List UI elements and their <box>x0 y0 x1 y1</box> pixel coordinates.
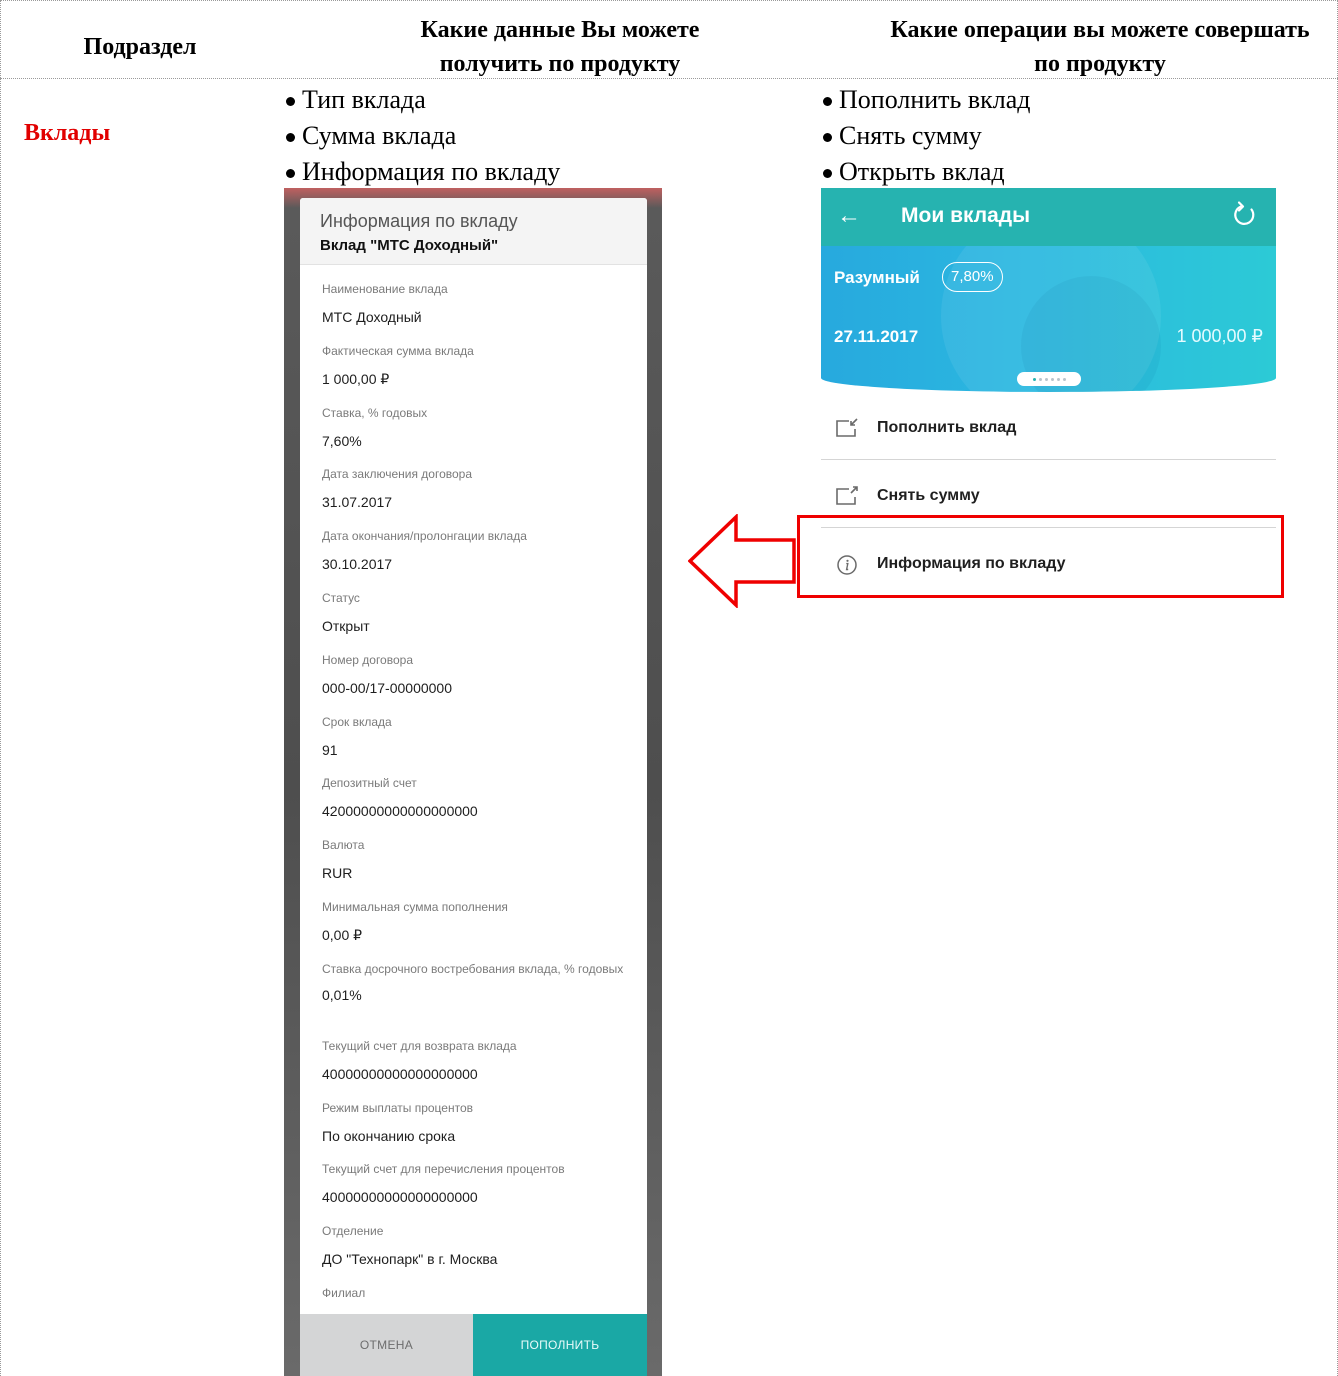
field-currency: Валюта RUR <box>322 835 625 897</box>
field-label: Депозитный счет <box>322 776 417 791</box>
field-label: Дата окончания/пролонгации вклада <box>322 529 527 544</box>
field-value: 1 000,00 ₽ <box>322 370 390 387</box>
field-label: Текущий счет для перечисления процентов <box>322 1162 565 1177</box>
field-value: 30.10.2017 <box>322 556 393 573</box>
field-end-date: Дата окончания/пролонгации вклада 30.10.… <box>322 526 625 588</box>
field-label: Ставка, % годовых <box>322 405 428 420</box>
field-return-account: Текущий счет для возврата вклада 4000000… <box>322 1036 625 1098</box>
header-data: Какие данные Вы можете получить по проду… <box>420 17 700 77</box>
dialog-footer: ОТМЕНА ПОПОЛНИТЬ <box>300 1314 647 1376</box>
field-contract-number: Номер договора 000-00/17-00000000 <box>322 650 625 712</box>
list-item: Снять сумму <box>821 118 1031 154</box>
field-label: Ставка досрочного востребования вклада, … <box>322 961 624 976</box>
table-border-left <box>0 0 1 1376</box>
field-status: Статус Открыт <box>322 588 625 650</box>
field-value: 0,01% <box>322 986 362 1003</box>
field-value: 0,00 ₽ <box>322 926 363 943</box>
app-bar: ← Мои вклады <box>821 188 1276 246</box>
field-value: 42000000000000000000 <box>322 803 478 820</box>
section-name: Вклады <box>24 120 111 146</box>
data-list: Тип вклада Сумма вклада Информация по вк… <box>284 82 560 190</box>
field-interest-account: Текущий счет для перечисления процентов … <box>322 1159 625 1221</box>
field-term: Срок вклада 91 <box>322 712 625 774</box>
left-arrow-icon <box>688 514 796 608</box>
field-label: Минимальная сумма пополнения <box>322 899 508 914</box>
dialog-body: Наименование вклада МТС Доходный Фактиче… <box>300 265 647 1345</box>
field-value: RUR <box>322 865 353 882</box>
field-value: 31.07.2017 <box>322 494 393 511</box>
dialog-subtitle: Вклад "МТС Доходный" <box>320 237 499 254</box>
field-value: 40000000000000000000 <box>322 1065 478 1082</box>
deposit-info-dialog: Информация по вкладу Вклад "МТС Доходный… <box>300 198 647 1376</box>
header-subsection: Подраздел <box>83 34 197 60</box>
carousel-indicator <box>1017 372 1081 386</box>
divider <box>821 459 1276 460</box>
top-up-button[interactable]: ПОПОЛНИТЬ <box>473 1314 647 1376</box>
field-min-topup: Минимальная сумма пополнения 0,00 ₽ <box>322 897 625 959</box>
withdraw-icon <box>836 486 858 505</box>
field-label: Валюта <box>322 838 365 853</box>
field-label: Фактическая сумма вклада <box>322 343 474 358</box>
field-value: 7,60% <box>322 432 362 449</box>
cancel-button[interactable]: ОТМЕНА <box>300 1314 473 1376</box>
card-date: 27.11.2017 <box>834 327 919 346</box>
field-label: Текущий счет для возврата вклада <box>322 1038 517 1053</box>
field-label: Отделение <box>322 1224 384 1239</box>
field-deposit-name: Наименование вклада МТС Доходный <box>322 279 625 341</box>
field-deposit-account: Депозитный счет 42000000000000000000 <box>322 773 625 835</box>
field-label: Номер договора <box>322 652 413 667</box>
operations-list: Пополнить вклад Снять сумму Открыть вкла… <box>821 82 1031 190</box>
field-label: Статус <box>322 590 360 605</box>
list-item: Пополнить вклад <box>821 82 1031 118</box>
field-early-rate: Ставка досрочного востребования вклада, … <box>322 959 625 1036</box>
card-rate-badge: 7,80% <box>942 262 1003 292</box>
action-label: Снять сумму <box>877 487 980 504</box>
field-label: Срок вклада <box>322 714 392 729</box>
list-item: Информация по вкладу <box>284 154 560 190</box>
table-border-top <box>0 0 1338 1</box>
field-value: ДО "Технопарк" в г. Москва <box>322 1251 498 1268</box>
field-value: 40000000000000000000 <box>322 1189 478 1206</box>
field-value: 000-00/17-00000000 <box>322 679 453 696</box>
card-amount: 1 000,00 ₽ <box>1176 326 1263 346</box>
deposit-card[interactable]: Разумный 7,80% 27.11.2017 1 000,00 ₽ <box>821 246 1276 392</box>
field-actual-amount: Фактическая сумма вклада 1 000,00 ₽ <box>322 341 625 403</box>
field-value: МТС Доходный <box>322 309 422 325</box>
field-label: Дата заключения договора <box>322 467 473 482</box>
field-value: По окончанию срока <box>322 1127 456 1144</box>
field-label: Филиал <box>322 1285 366 1300</box>
card-deposit-name: Разумный <box>834 268 920 287</box>
highlight-frame <box>797 515 1284 598</box>
dialog-header: Информация по вкладу Вклад "МТС Доходный… <box>300 198 647 265</box>
deposit-info-screenshot: Информация по вкладу Вклад "МТС Доходный… <box>284 188 662 1376</box>
field-label: Наименование вклада <box>322 282 448 296</box>
back-arrow-icon[interactable]: ← <box>837 202 861 230</box>
top-up-icon <box>836 418 858 437</box>
field-payout-mode: Режим выплаты процентов По окончанию сро… <box>322 1098 625 1160</box>
list-item: Открыть вклад <box>821 154 1031 190</box>
list-item: Сумма вклада <box>284 118 560 154</box>
action-label: Пополнить вклад <box>877 419 1017 436</box>
field-value <box>322 1300 625 1312</box>
header-operations: Какие операции вы можете совершать по пр… <box>890 17 1310 77</box>
refresh-icon[interactable] <box>1232 200 1258 228</box>
field-office: Отделение ДО "Технопарк" в г. Москва <box>322 1221 625 1283</box>
dialog-title: Информация по вкладу <box>320 211 518 231</box>
field-value: Открыт <box>322 617 370 634</box>
action-top-up[interactable]: Пополнить вклад <box>821 394 1276 460</box>
app-title: Мои вклады <box>901 204 1031 227</box>
field-rate: Ставка, % годовых 7,60% <box>322 403 625 465</box>
field-value: 91 <box>322 741 338 758</box>
list-item: Тип вклада <box>284 82 560 118</box>
field-label: Режим выплаты процентов <box>322 1100 473 1115</box>
field-contract-date: Дата заключения договора 31.07.2017 <box>322 464 625 526</box>
